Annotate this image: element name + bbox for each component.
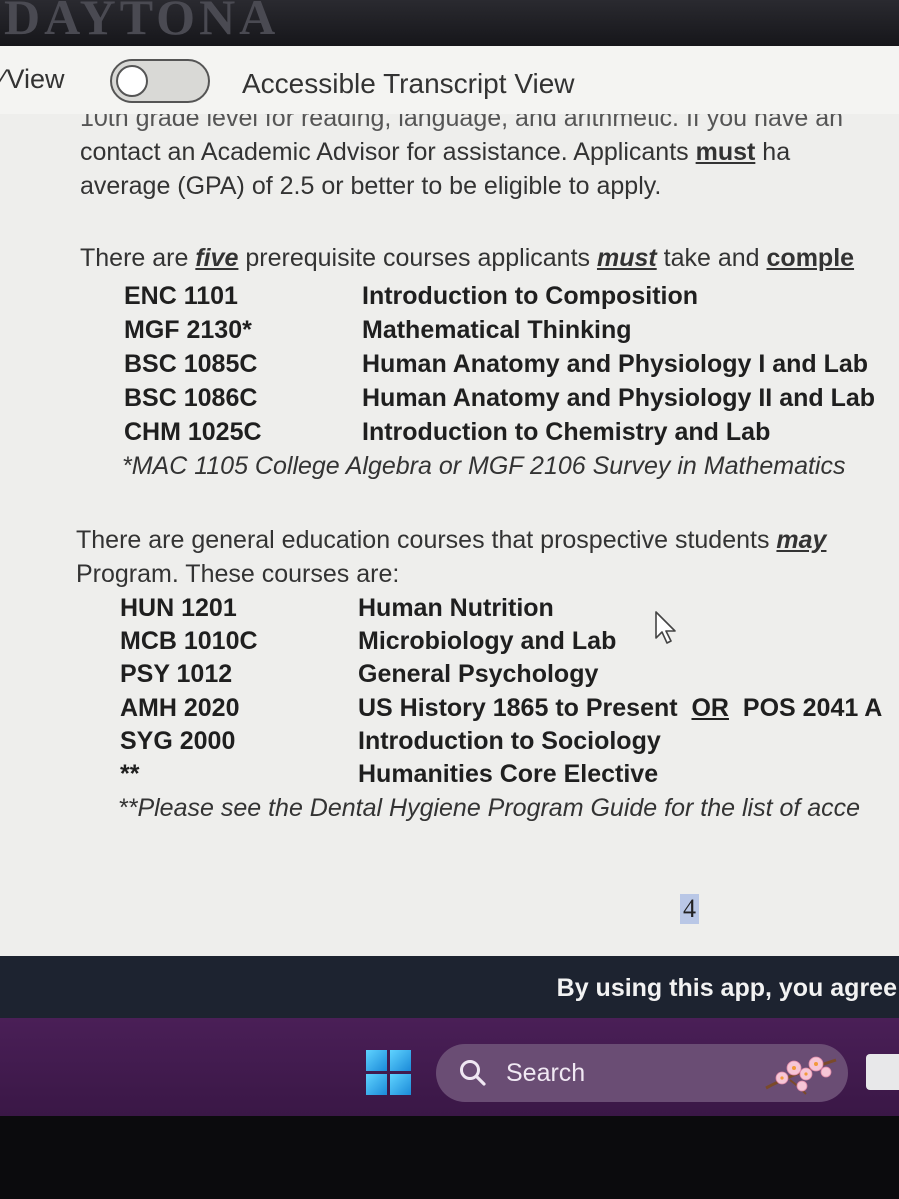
app-window: View Accessible Transcript View 10th gra…: [0, 46, 899, 956]
emphasis-may: may: [776, 526, 827, 554]
course-code: CHM 1025C: [124, 418, 262, 446]
emphasis-must: must: [596, 244, 657, 272]
course-code: PSY 1012: [120, 660, 233, 688]
cherry-blossom-icon: [765, 1056, 837, 1095]
view-label: View: [0, 64, 65, 95]
search-icon: [460, 1060, 486, 1086]
course-title: Introduction to Chemistry and Lab: [362, 418, 771, 446]
course-title: US History 1865 to Present OR POS 2041 A: [358, 694, 882, 723]
emphasis-complete: comple: [766, 244, 855, 272]
text-run: prerequisite courses applicants: [238, 244, 597, 272]
gen-ed-footnote: **Please see the Dental Hygiene Program …: [118, 794, 861, 822]
course-code: MGF 2130*: [124, 316, 252, 344]
monitor-bezel-top: DAYTONA: [0, 0, 899, 46]
course-title: Human Anatomy and Physiology II and Lab: [362, 384, 876, 412]
windows-start-icon[interactable]: [366, 1050, 412, 1096]
course-title-text: US History 1865 to Present: [358, 694, 678, 722]
course-code: MCB 1010C: [120, 627, 258, 655]
course-title: Humanities Core Elective: [358, 760, 659, 788]
course-code: BSC 1085C: [124, 350, 258, 378]
cut-off-line: 10th grade level for reading, language, …: [80, 114, 844, 132]
taskbar: Search: [0, 1018, 899, 1116]
prerequisite-intro: There are five prerequisite courses appl…: [80, 244, 854, 273]
taskbar-app-icon[interactable]: [866, 1054, 899, 1090]
monitor-bezel-bottom: [0, 1116, 899, 1199]
gen-ed-intro-line-2: Program. These courses are:: [76, 560, 400, 588]
course-title: Introduction to Sociology: [358, 727, 661, 755]
course-title: Human Anatomy and Physiology I and Lab: [362, 350, 869, 378]
accessible-transcript-label: Accessible Transcript View: [242, 68, 575, 99]
course-title: Microbiology and Lab: [358, 627, 617, 655]
course-title: Introduction to Composition: [362, 282, 699, 310]
monitor-brand: DAYTONA: [4, 0, 280, 45]
search-label: Search: [506, 1059, 586, 1087]
toggle-knob: [116, 65, 148, 97]
course-code: BSC 1086C: [124, 384, 258, 412]
view-toolbar: View Accessible Transcript View: [0, 46, 899, 114]
course-code: SYG 2000: [120, 727, 236, 755]
accessible-view-toggle[interactable]: [110, 59, 210, 103]
gpa-paragraph-line-1: contact an Academic Advisor for assistan…: [80, 138, 790, 167]
emphasis-five: five: [195, 244, 239, 272]
prereq-footnote: *MAC 1105 College Algebra or MGF 2106 Su…: [122, 452, 846, 480]
consent-banner-text: By using this app, you agree: [556, 974, 897, 1002]
course-code: **: [120, 760, 140, 788]
mouse-pointer-icon: [655, 611, 676, 644]
course-code: ENC 1101: [124, 282, 238, 310]
consent-banner: By using this app, you agree: [0, 956, 899, 1018]
course-title: Mathematical Thinking: [362, 316, 632, 344]
text-run: There are general education courses that…: [76, 526, 777, 554]
text-run: take and: [656, 244, 767, 272]
text-run: contact an Academic Advisor for assistan…: [80, 138, 696, 166]
emphasis-must: must: [695, 138, 756, 166]
page-number: 4: [680, 894, 699, 924]
text-run: There are: [80, 244, 196, 272]
course-code: AMH 2020: [120, 694, 240, 722]
gen-ed-intro: There are general education courses that…: [76, 526, 826, 555]
course-title: General Psychology: [358, 660, 599, 688]
alt-course: POS 2041 A: [742, 694, 883, 722]
course-title: Human Nutrition: [358, 594, 554, 622]
or-connector: OR: [691, 694, 729, 722]
document-page: 10th grade level for reading, language, …: [0, 114, 899, 956]
taskbar-search-box[interactable]: Search: [436, 1044, 848, 1102]
course-code: HUN 1201: [120, 594, 237, 622]
gpa-paragraph-line-2: average (GPA) of 2.5 or better to be eli…: [80, 172, 662, 200]
text-run: ha: [755, 138, 791, 166]
